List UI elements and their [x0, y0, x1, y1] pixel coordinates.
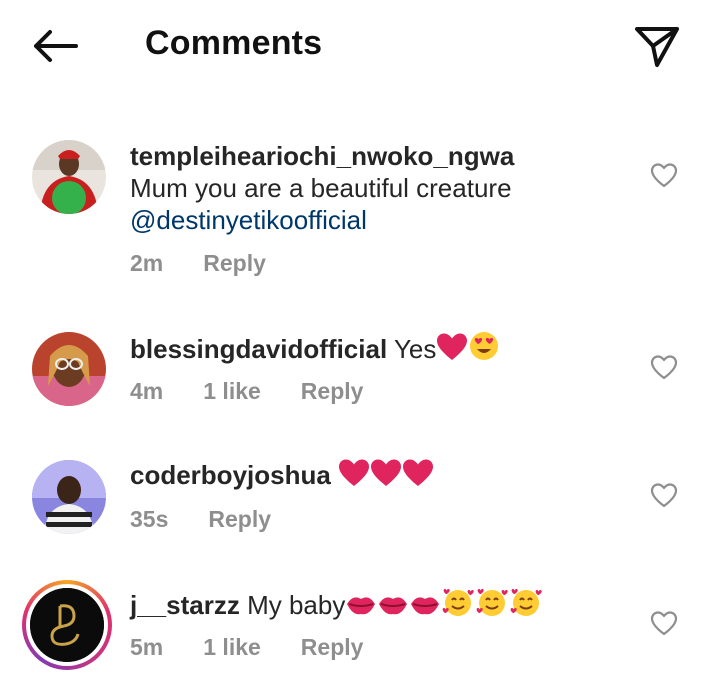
red-heart-icon [403, 459, 434, 486]
avatar[interactable] [32, 140, 106, 214]
kiss-mark-icon [347, 597, 376, 615]
comment-text: Mum you are a beautiful creature [130, 173, 512, 203]
comment-timestamp: 5m [130, 634, 164, 660]
smiling-face-with-hearts-icon [510, 589, 543, 616]
paper-plane-icon [635, 27, 679, 67]
share-button[interactable] [632, 24, 682, 70]
arrow-left-icon [34, 30, 78, 62]
heart-outline-icon[interactable] [650, 482, 678, 508]
smiling-face-with-hearts-icon [442, 589, 475, 616]
like-count[interactable]: 1 like [203, 634, 261, 661]
reply-button[interactable]: Reply [203, 250, 266, 277]
comment-body: coderboyjoshua [130, 458, 600, 491]
comment-meta: 2m Reply [130, 250, 306, 277]
comment-body: j__starzz My baby [130, 586, 600, 621]
heart-outline-icon[interactable] [650, 354, 678, 380]
like-count[interactable]: 1 like [203, 378, 261, 405]
avatar [30, 588, 104, 662]
story-ring-avatar[interactable] [22, 580, 112, 670]
comment-meta: 5m 1 like Reply [130, 634, 403, 661]
comment-timestamp: 2m [130, 250, 164, 276]
comment-username[interactable]: j__starzz [130, 590, 240, 620]
comment-timestamp: 35s [130, 506, 169, 532]
comment-body: templeiheariochi_nwoko_ngwa Mum you are … [130, 140, 600, 236]
reply-button[interactable]: Reply [301, 378, 364, 405]
comment-body: blessingdavidofficial Yes [130, 330, 600, 365]
comment-timestamp: 4m [130, 378, 164, 404]
smiling-face-with-hearts-icon [476, 589, 509, 616]
page-title: Comments [145, 24, 323, 62]
comments-header: Comments [0, 0, 720, 92]
comment-text: My baby [247, 590, 346, 620]
heart-outline-icon[interactable] [650, 610, 678, 636]
red-heart-icon [371, 459, 402, 486]
red-heart-icon [339, 459, 370, 486]
back-button[interactable] [30, 26, 82, 66]
mention-link[interactable]: @destinyetikoofficial [130, 205, 367, 235]
heart-eyes-face-icon [470, 332, 499, 360]
avatar[interactable] [32, 332, 106, 406]
reply-button[interactable]: Reply [301, 634, 364, 661]
kiss-mark-icon [411, 597, 440, 615]
comment-meta: 35s Reply [130, 506, 311, 533]
reply-button[interactable]: Reply [208, 506, 271, 533]
comment-username[interactable]: blessingdavidofficial [130, 334, 387, 364]
kiss-mark-icon [379, 597, 408, 615]
red-heart-icon [437, 333, 468, 360]
comment-text: Yes [393, 334, 437, 364]
avatar[interactable] [32, 460, 106, 534]
heart-outline-icon[interactable] [650, 162, 678, 188]
comment-username[interactable]: templeiheariochi_nwoko_ngwa [130, 141, 514, 171]
comment-username[interactable]: coderboyjoshua [130, 460, 331, 490]
comment-meta: 4m 1 like Reply [130, 378, 403, 405]
